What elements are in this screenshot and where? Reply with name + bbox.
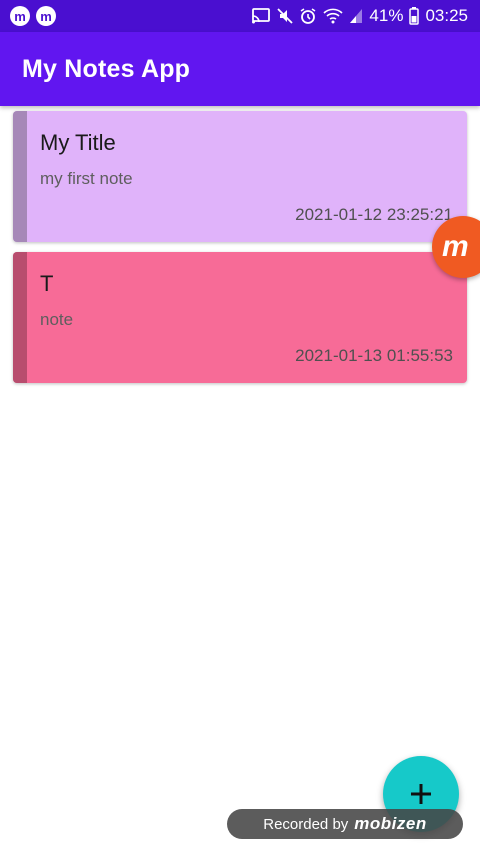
record-prefix: Recorded by [263, 815, 349, 833]
note-body: note [40, 310, 74, 329]
mobizen-icon: m [10, 6, 30, 26]
wifi-icon [323, 8, 343, 24]
note-date: 2021-01-12 23:25:21 [295, 205, 453, 224]
cast-icon [251, 7, 271, 25]
signal-icon [349, 8, 363, 24]
note-card[interactable]: T note 2021-01-13 01:55:53 [13, 252, 467, 383]
note-title: T [40, 271, 54, 296]
note-date: 2021-01-13 01:55:53 [295, 346, 453, 365]
note-card[interactable]: My Title my first note 2021-01-12 23:25:… [13, 111, 467, 242]
mute-icon [277, 7, 294, 25]
status-right: 41% 03:25 [251, 6, 468, 26]
battery-icon [409, 7, 420, 25]
recorded-by-watermark: Recorded by mobizen [227, 809, 463, 839]
plus-icon [411, 784, 431, 804]
note-color-stripe [13, 111, 27, 242]
note-title: My Title [40, 130, 116, 155]
note-body: my first note [40, 169, 133, 188]
status-bar: m m 41% 03:25 [0, 0, 480, 32]
alarm-icon [299, 7, 317, 25]
status-left: m m [10, 6, 56, 26]
app-title: My Notes App [22, 54, 191, 83]
record-brand: mobizen [354, 814, 427, 833]
notes-list: My Title my first note 2021-01-12 23:25:… [13, 111, 467, 393]
battery-percent: 41% [369, 6, 404, 25]
mobizen-icon: m [36, 6, 56, 26]
mobizen-logo-icon: m [442, 230, 469, 263]
note-color-stripe [13, 252, 27, 383]
app-bar: My Notes App [0, 32, 480, 106]
status-time: 03:25 [425, 6, 468, 25]
